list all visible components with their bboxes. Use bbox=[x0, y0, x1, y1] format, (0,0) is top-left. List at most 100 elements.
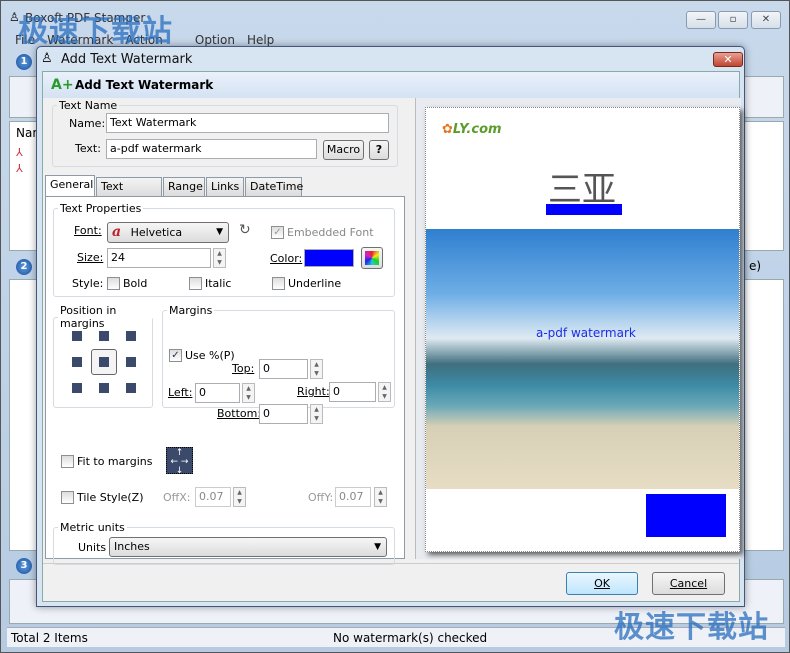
menu-option[interactable]: Option bbox=[195, 33, 235, 47]
tab-text-effect[interactable]: Text Effect bbox=[96, 177, 162, 211]
position-top-left[interactable] bbox=[72, 331, 82, 341]
ok-button[interactable]: OK bbox=[566, 572, 638, 595]
position-legend: Position in margins bbox=[60, 304, 117, 330]
top-input[interactable]: 0 bbox=[259, 359, 308, 379]
underline-checkbox[interactable] bbox=[272, 277, 285, 290]
right-input[interactable]: 0 bbox=[329, 382, 376, 402]
help-button[interactable]: ? bbox=[369, 140, 389, 160]
bold-label: Bold bbox=[123, 277, 148, 290]
tab-links[interactable]: Links bbox=[206, 177, 244, 196]
tile-style-checkbox[interactable] bbox=[61, 491, 74, 504]
side-text: e) bbox=[749, 259, 762, 273]
font-label: Font: bbox=[74, 224, 102, 237]
color-swatch[interactable] bbox=[304, 249, 354, 267]
offx-input[interactable]: 0.07 bbox=[195, 487, 231, 507]
ly-logo: ✿LY.com bbox=[442, 122, 502, 137]
embedded-font-checkbox[interactable]: ✓ bbox=[271, 226, 284, 239]
close-app-button[interactable]: ✕ bbox=[751, 11, 781, 29]
macro-button[interactable]: Macro bbox=[323, 140, 364, 160]
add-text-watermark-dialog: ♙ Add Text Watermark ✕ A+ Add Text Water… bbox=[36, 46, 745, 607]
position-top-right[interactable] bbox=[126, 331, 136, 341]
position-bottom-center[interactable] bbox=[99, 383, 109, 393]
position-middle-right[interactable] bbox=[126, 357, 136, 367]
embedded-font-label: Embedded Font bbox=[287, 226, 374, 239]
top-spinner[interactable]: ▲ ▼ bbox=[310, 359, 323, 379]
step-2-badge: 2 bbox=[16, 259, 32, 275]
margins-legend: Margins bbox=[169, 304, 213, 317]
status-items: Total 2 Items bbox=[11, 631, 88, 645]
position-bottom-right[interactable] bbox=[126, 383, 136, 393]
status-watermarks: No watermark(s) checked bbox=[333, 631, 488, 645]
left-label: Left: bbox=[168, 386, 193, 399]
name-label: Name: bbox=[69, 117, 106, 130]
font-type-icon: a bbox=[112, 224, 122, 240]
size-spinner[interactable]: ▲ ▼ bbox=[213, 248, 226, 268]
italic-label: Italic bbox=[205, 277, 232, 290]
bottom-label: Bottom: bbox=[217, 407, 262, 420]
size-input[interactable]: 24 bbox=[107, 248, 211, 268]
text-label: Text: bbox=[75, 142, 101, 155]
site-watermark-bottom: 极速下载站 bbox=[614, 610, 769, 645]
use-percent-checkbox[interactable]: ✓ bbox=[169, 349, 182, 362]
pdf-file-icon[interactable]: ⅄ bbox=[16, 162, 23, 175]
bottom-spinner[interactable]: ▲ ▼ bbox=[310, 404, 323, 424]
bottom-input[interactable]: 0 bbox=[259, 404, 308, 424]
font-value: Helvetica bbox=[130, 226, 183, 239]
preview-page: ✿LY.com 三亚 a-pdf watermark bbox=[425, 107, 740, 552]
name-input[interactable]: Text Watermark bbox=[106, 113, 389, 133]
preview-watermark-text: a-pdf watermark bbox=[536, 326, 636, 340]
color-picker-button[interactable] bbox=[361, 247, 383, 269]
preview-blue-box bbox=[646, 494, 726, 537]
minimize-button[interactable]: — bbox=[686, 11, 716, 29]
site-watermark-top: 极速下载站 bbox=[18, 14, 173, 49]
dialog-header-text: Add Text Watermark bbox=[75, 78, 214, 92]
metric-units-legend: Metric units bbox=[60, 521, 125, 534]
offx-spinner[interactable]: ▲ ▼ bbox=[233, 487, 246, 507]
font-select[interactable]: a Helvetica ▼ bbox=[107, 222, 229, 243]
fit-to-margins-checkbox[interactable] bbox=[61, 455, 74, 468]
left-input[interactable]: 0 bbox=[195, 383, 240, 403]
tab-general[interactable]: General bbox=[45, 175, 95, 196]
chevron-down-icon: ▼ bbox=[374, 542, 381, 552]
add-text-icon: A+ bbox=[51, 77, 74, 93]
palette-icon bbox=[365, 251, 379, 265]
stretch-arrows-icon[interactable]: ↑ ← → ↓ bbox=[166, 447, 193, 476]
preview-beach-photo bbox=[426, 229, 739, 489]
underline-label: Underline bbox=[288, 277, 342, 290]
tab-range[interactable]: Range bbox=[163, 177, 205, 196]
bold-checkbox[interactable] bbox=[107, 277, 120, 290]
text-name-legend: Text Name bbox=[59, 99, 118, 112]
refresh-icon[interactable]: ↻ bbox=[239, 222, 251, 238]
tile-style-label: Tile Style(Z) bbox=[77, 491, 144, 504]
offy-input[interactable]: 0.07 bbox=[335, 487, 371, 507]
position-grid bbox=[69, 328, 139, 398]
style-label: Style: bbox=[72, 277, 104, 290]
units-label: Units bbox=[78, 541, 107, 554]
maximize-button[interactable]: ▫ bbox=[718, 11, 748, 29]
step-1-badge: 1 bbox=[16, 54, 32, 70]
pdf-file-icon[interactable]: ⅄ bbox=[16, 146, 23, 159]
position-top-center[interactable] bbox=[99, 331, 109, 341]
units-select[interactable]: Inches ▼ bbox=[109, 537, 387, 557]
color-label: Color: bbox=[270, 252, 303, 265]
right-spinner[interactable]: ▲ ▼ bbox=[378, 382, 391, 402]
menu-help[interactable]: Help bbox=[247, 33, 274, 47]
dialog-title: Add Text Watermark bbox=[61, 52, 193, 67]
text-input[interactable]: a-pdf watermark bbox=[106, 139, 317, 159]
cancel-button[interactable]: Cancel bbox=[652, 572, 725, 595]
right-label: Right: bbox=[297, 385, 330, 398]
italic-checkbox[interactable] bbox=[189, 277, 202, 290]
position-middle-left[interactable] bbox=[72, 357, 82, 367]
tab-strip: General Text Effect Range Links DateTime bbox=[45, 175, 406, 211]
offy-label: OffY: bbox=[308, 491, 334, 504]
position-center-selected[interactable] bbox=[91, 349, 117, 375]
size-label: Size: bbox=[77, 251, 104, 264]
offx-label: OffX: bbox=[163, 491, 191, 504]
dialog-close-button[interactable]: ✕ bbox=[713, 52, 743, 67]
left-spinner[interactable]: ▲ ▼ bbox=[242, 383, 255, 403]
offy-spinner[interactable]: ▲ ▼ bbox=[374, 487, 387, 507]
fit-to-margins-label: Fit to margins bbox=[77, 455, 153, 468]
position-bottom-left[interactable] bbox=[72, 383, 82, 393]
tab-datetime[interactable]: DateTime bbox=[245, 177, 303, 196]
divider bbox=[43, 563, 739, 564]
